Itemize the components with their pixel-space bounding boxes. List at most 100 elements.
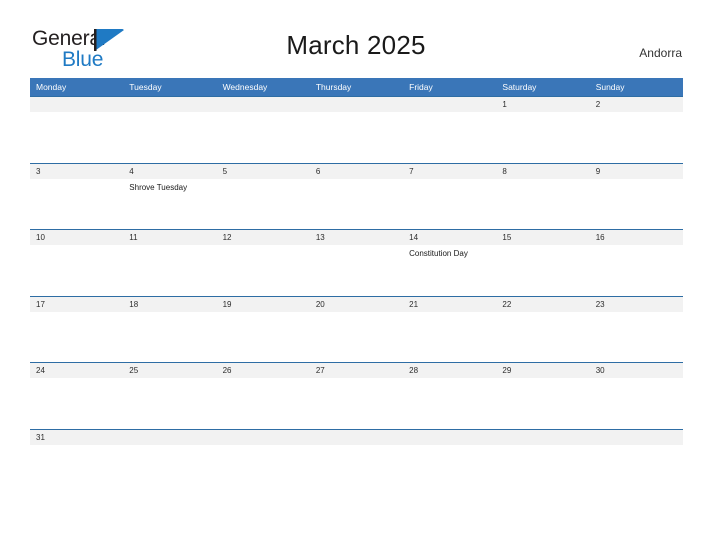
- date-number[interactable]: [403, 430, 496, 445]
- date-number[interactable]: 28: [403, 363, 496, 378]
- event-band: Shrove Tuesday: [30, 178, 683, 228]
- date-band: 10 11 12 13 14 15 16: [30, 230, 683, 245]
- date-number[interactable]: 17: [30, 297, 123, 312]
- day-cell[interactable]: [403, 378, 496, 427]
- weekday-header-wednesday: Wednesday: [222, 82, 268, 92]
- date-number[interactable]: 23: [590, 297, 683, 312]
- date-number[interactable]: 26: [217, 363, 310, 378]
- calendar-grid: Monday Tuesday Wednesday Thursday Friday…: [30, 78, 683, 451]
- day-cell[interactable]: [310, 378, 403, 427]
- date-number[interactable]: 3: [30, 164, 123, 179]
- day-cell[interactable]: [496, 112, 589, 161]
- date-number[interactable]: 11: [123, 230, 216, 245]
- day-cell[interactable]: [590, 378, 683, 427]
- date-number[interactable]: 29: [496, 363, 589, 378]
- date-number[interactable]: 19: [217, 297, 310, 312]
- date-number[interactable]: 24: [30, 363, 123, 378]
- date-number[interactable]: 25: [123, 363, 216, 378]
- date-number[interactable]: 2: [590, 97, 683, 112]
- date-number[interactable]: 5: [217, 164, 310, 179]
- weekday-header-monday: Monday: [36, 82, 67, 92]
- day-cell[interactable]: [217, 112, 310, 161]
- date-number[interactable]: 9: [590, 164, 683, 179]
- day-cell[interactable]: [30, 179, 123, 228]
- day-cell[interactable]: [30, 378, 123, 427]
- date-number[interactable]: 12: [217, 230, 310, 245]
- day-cell[interactable]: [496, 179, 589, 228]
- date-band: 31: [30, 429, 683, 445]
- day-cell[interactable]: [590, 312, 683, 361]
- event-band: Constitution Day: [30, 245, 683, 294]
- day-cell[interactable]: [30, 245, 123, 294]
- day-cell[interactable]: [590, 245, 683, 294]
- calendar-page: General Blue March 2025 Andorra Monday T…: [0, 0, 712, 550]
- day-cell[interactable]: [123, 312, 216, 361]
- day-cell[interactable]: [123, 112, 216, 161]
- date-band: 24 25 26 27 28 29 30: [30, 363, 683, 378]
- day-cell[interactable]: Shrove Tuesday: [123, 179, 216, 228]
- day-cell[interactable]: [496, 312, 589, 361]
- date-number[interactable]: [310, 430, 403, 445]
- day-cell[interactable]: [217, 312, 310, 361]
- date-number[interactable]: 6: [310, 164, 403, 179]
- day-cell[interactable]: [310, 112, 403, 161]
- day-cell[interactable]: [30, 312, 123, 361]
- day-cell[interactable]: [590, 112, 683, 161]
- date-number[interactable]: [403, 97, 496, 112]
- day-cell[interactable]: [310, 179, 403, 228]
- day-cell[interactable]: [403, 312, 496, 361]
- week-row: 31: [30, 428, 683, 451]
- date-number[interactable]: [310, 97, 403, 112]
- date-number[interactable]: 27: [310, 363, 403, 378]
- week-row: 3 4 5 6 7 8 9 Shrove Tuesday: [30, 162, 683, 230]
- day-cell[interactable]: [496, 245, 589, 294]
- date-number[interactable]: [496, 430, 589, 445]
- weekday-header-saturday: Saturday: [502, 82, 537, 92]
- day-cell[interactable]: Constitution Day: [403, 245, 496, 294]
- date-number[interactable]: [123, 430, 216, 445]
- day-cell[interactable]: [217, 378, 310, 427]
- event-band: [30, 378, 683, 427]
- date-number[interactable]: 4: [123, 164, 216, 179]
- event-label: Constitution Day: [409, 249, 468, 258]
- date-number[interactable]: [30, 97, 123, 112]
- day-cell[interactable]: [496, 378, 589, 427]
- date-number[interactable]: 13: [310, 230, 403, 245]
- day-cell[interactable]: [217, 179, 310, 228]
- day-cell[interactable]: [403, 179, 496, 228]
- day-cell[interactable]: [403, 112, 496, 161]
- date-number[interactable]: [217, 430, 310, 445]
- event-band: [30, 311, 683, 361]
- date-number[interactable]: [217, 97, 310, 112]
- page-header: General Blue March 2025 Andorra: [0, 0, 712, 70]
- date-number[interactable]: 30: [590, 363, 683, 378]
- date-number[interactable]: 1: [496, 97, 589, 112]
- weekday-header-row: Monday Tuesday Wednesday Thursday Friday…: [30, 78, 683, 96]
- day-cell[interactable]: [590, 179, 683, 228]
- week-row: 24 25 26 27 28 29 30: [30, 362, 683, 429]
- date-number[interactable]: 18: [123, 297, 216, 312]
- date-number[interactable]: [590, 430, 683, 445]
- day-cell[interactable]: [217, 245, 310, 294]
- day-cell[interactable]: [123, 245, 216, 294]
- page-title: March 2025: [286, 30, 426, 60]
- weekday-header-friday: Friday: [409, 82, 433, 92]
- date-number[interactable]: 21: [403, 297, 496, 312]
- day-cell[interactable]: [30, 112, 123, 161]
- weekday-header-thursday: Thursday: [315, 82, 352, 92]
- day-cell[interactable]: [123, 378, 216, 427]
- date-number[interactable]: 16: [590, 230, 683, 245]
- date-number[interactable]: 8: [496, 164, 589, 179]
- date-number[interactable]: 20: [310, 297, 403, 312]
- day-cell[interactable]: [310, 312, 403, 361]
- week-row: 10 11 12 13 14 15 16 Constitution Day: [30, 229, 683, 296]
- date-number[interactable]: 22: [496, 297, 589, 312]
- date-number[interactable]: 15: [496, 230, 589, 245]
- date-number[interactable]: 7: [403, 164, 496, 179]
- date-number[interactable]: 14: [403, 230, 496, 245]
- date-number[interactable]: 31: [30, 430, 123, 445]
- date-number[interactable]: 10: [30, 230, 123, 245]
- day-cell[interactable]: [310, 245, 403, 294]
- date-number[interactable]: [123, 97, 216, 112]
- event-band: [30, 112, 683, 161]
